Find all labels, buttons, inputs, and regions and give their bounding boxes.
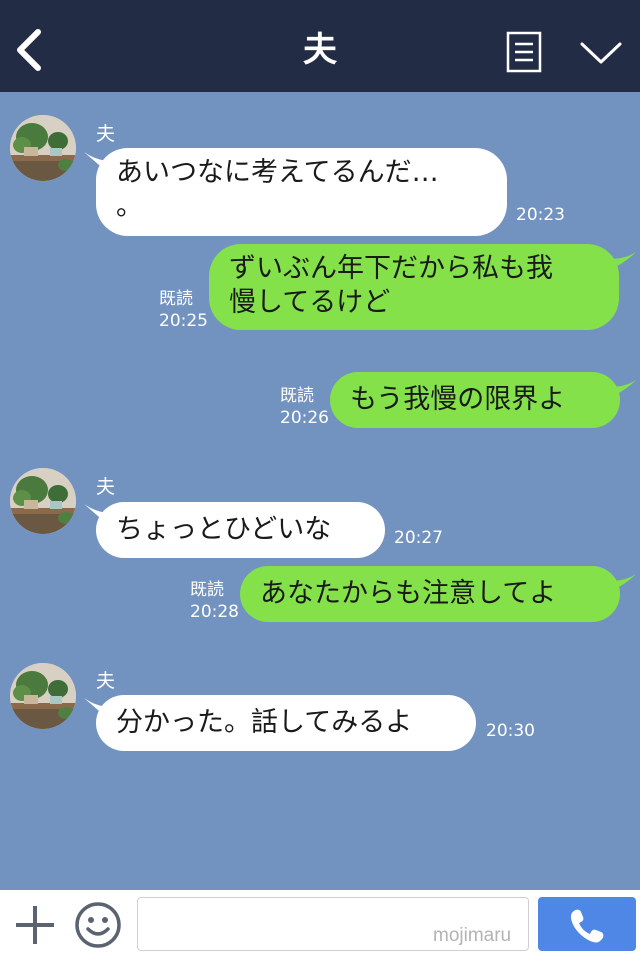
message-bubble[interactable]: ちょっとひどいな: [96, 502, 385, 558]
read-receipt: 既読: [159, 289, 193, 309]
message-time: 20:27: [394, 528, 443, 548]
message-text-line: もう我慢の限界よ: [350, 384, 566, 415]
message-list[interactable]: 夫 あいつなに考えてるんだ… 。 20:23 既読 20:25 ずいぶん年下だか…: [0, 92, 640, 890]
message-time: 20:30: [486, 721, 535, 741]
chat-title: 夫: [303, 30, 337, 70]
chat-title-wrap: 夫: [0, 28, 640, 72]
plant-avatar-image: [10, 115, 76, 181]
document-list-icon: [506, 31, 542, 73]
back-button[interactable]: [12, 28, 48, 72]
message-bubble[interactable]: ずいぶん年下だから私も我 慢してるけど: [209, 244, 619, 330]
message-text-line: ちょっとひどいな: [116, 514, 332, 545]
sender-name: 夫: [96, 670, 116, 692]
message-bubble[interactable]: あいつなに考えてるんだ… 。: [96, 148, 507, 236]
message-time: 20:25: [159, 311, 208, 331]
chevron-left-icon: [17, 29, 41, 71]
chevron-down-icon: [580, 42, 622, 64]
collapse-button[interactable]: [578, 36, 624, 70]
read-receipt: 既読: [280, 386, 314, 406]
message-text-line: 慢してるけど: [229, 287, 391, 318]
plus-icon: [16, 906, 54, 944]
attach-button[interactable]: [14, 904, 56, 946]
call-button[interactable]: [538, 897, 636, 951]
smiley-icon: [75, 902, 121, 948]
message-text-line: 。: [116, 191, 143, 222]
message-time: 20:23: [516, 205, 565, 225]
message-time: 20:26: [280, 408, 329, 428]
phone-icon: [570, 909, 604, 943]
message-bubble[interactable]: もう我慢の限界よ: [330, 372, 620, 428]
message-text-line: あいつなに考えてるんだ…: [116, 157, 439, 188]
menu-button[interactable]: [506, 31, 542, 73]
plant-avatar-image: [10, 468, 76, 534]
message-time: 20:28: [190, 602, 239, 622]
message-text-line: 分かった。話してみるよ: [116, 707, 413, 738]
emoji-button[interactable]: [74, 901, 122, 949]
chat-header: 夫: [0, 0, 640, 92]
read-receipt: 既読: [190, 580, 224, 600]
sender-name: 夫: [96, 476, 116, 498]
sender-name: 夫: [96, 123, 116, 145]
avatar[interactable]: [10, 663, 76, 729]
message-text-line: あなたからも注意してよ: [260, 578, 557, 609]
watermark: mojimaru: [433, 925, 512, 946]
message-bubble[interactable]: 分かった。話してみるよ: [96, 695, 476, 751]
avatar[interactable]: [10, 468, 76, 534]
plant-avatar-image: [10, 663, 76, 729]
avatar[interactable]: [10, 115, 76, 181]
message-text-line: ずいぶん年下だから私も我: [229, 253, 553, 284]
message-bubble[interactable]: あなたからも注意してよ: [240, 566, 620, 622]
